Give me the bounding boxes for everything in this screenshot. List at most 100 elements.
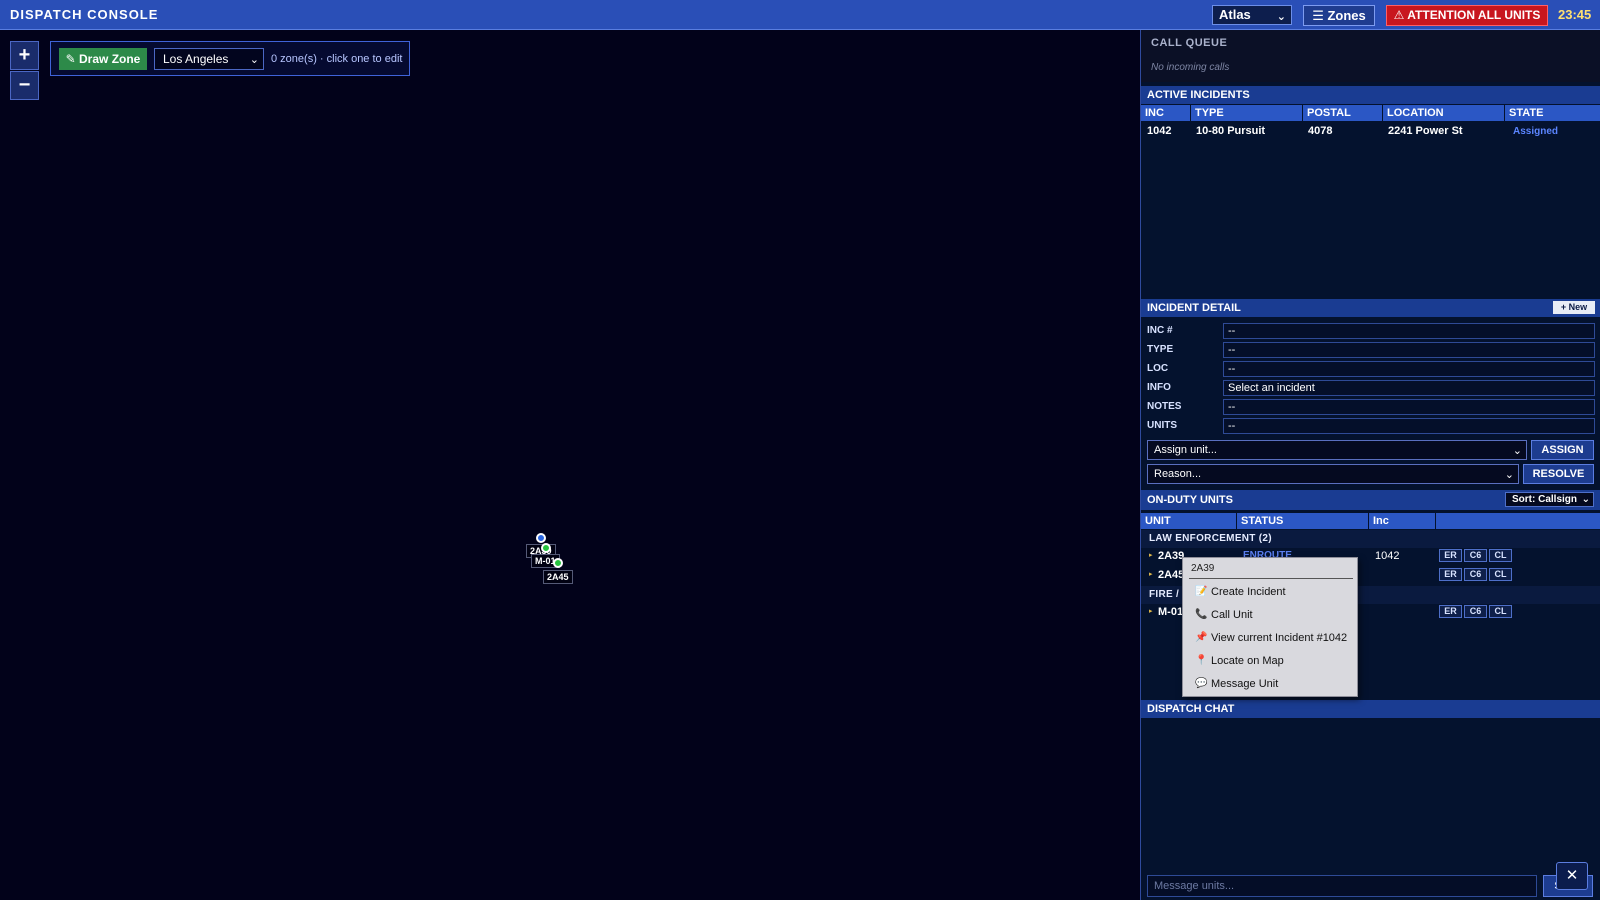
incident-number: 1042 xyxy=(1147,125,1172,137)
pushpin-icon: 📌 xyxy=(1195,632,1208,643)
unit-marker-2a45[interactable] xyxy=(553,558,563,568)
chevron-down-icon: ⌄ xyxy=(249,54,259,66)
unit-incident: 1042 xyxy=(1375,550,1400,562)
resolve-reason-placeholder: Reason... xyxy=(1154,468,1202,480)
field-units[interactable]: -- xyxy=(1223,418,1595,434)
col-header-state: STATE xyxy=(1505,105,1600,121)
code6-button[interactable]: C6 xyxy=(1464,568,1487,581)
enroute-button[interactable]: ER xyxy=(1439,568,1462,581)
col-header-inc: Inc xyxy=(1369,513,1436,529)
app-title: DISPATCH CONSOLE xyxy=(10,7,159,22)
menu-item-label: Locate on Map xyxy=(1211,655,1284,667)
city-select[interactable]: Los Angeles ⌄ xyxy=(154,48,264,70)
new-incident-button[interactable]: + New xyxy=(1553,301,1595,314)
chevron-down-icon: ⌄ xyxy=(1504,469,1514,481)
incident-detail-header: INCIDENT DETAIL + New xyxy=(1141,299,1600,317)
field-notes[interactable]: -- xyxy=(1223,399,1595,415)
menu-item-create-incident[interactable]: 📝 Create Incident xyxy=(1189,582,1355,602)
map-style-select[interactable]: Atlas ⌄ xyxy=(1212,5,1292,25)
active-incidents-header: ACTIVE INCIDENTS xyxy=(1141,86,1600,104)
menu-item-label: Call Unit xyxy=(1211,609,1253,621)
sort-select[interactable]: Sort: Callsign ⌄ xyxy=(1505,492,1594,507)
unit-callsign: 2A39 xyxy=(1158,550,1185,562)
call-queue-title: CALL QUEUE xyxy=(1151,37,1228,49)
unit-context-menu: 2A39 📝 Create Incident 📞 Call Unit 📌 Vie… xyxy=(1182,557,1358,697)
field-type[interactable]: -- xyxy=(1223,342,1595,358)
draw-zone-button[interactable]: ✎ Draw Zone xyxy=(59,48,147,70)
clear-button[interactable]: CL xyxy=(1489,568,1512,581)
clock: 23:45 xyxy=(1558,7,1592,22)
expand-caret-icon[interactable]: ▸ xyxy=(1149,607,1153,615)
col-header-location: LOCATION xyxy=(1383,105,1505,121)
menu-item-view-incident[interactable]: 📌 View current Incident #1042 xyxy=(1189,628,1355,648)
resolve-button[interactable]: RESOLVE xyxy=(1523,464,1594,484)
context-menu-divider xyxy=(1189,578,1353,579)
zones-button[interactable]: ☰ Zones xyxy=(1303,5,1375,26)
field-label-notes: NOTES xyxy=(1147,401,1182,412)
field-loc[interactable]: -- xyxy=(1223,361,1595,377)
incident-detail-title: INCIDENT DETAIL xyxy=(1147,302,1241,314)
expand-caret-icon[interactable]: ▸ xyxy=(1149,570,1153,578)
clear-button[interactable]: CL xyxy=(1489,605,1512,618)
code6-button[interactable]: C6 xyxy=(1464,549,1487,562)
incident-location: 2241 Power St xyxy=(1388,125,1463,137)
col-header-type: TYPE xyxy=(1191,105,1303,121)
field-label-type: TYPE xyxy=(1147,344,1174,355)
memo-icon: 📝 xyxy=(1195,586,1208,597)
field-label-units: UNITS xyxy=(1147,420,1177,431)
enroute-button[interactable]: ER xyxy=(1439,605,1462,618)
resolve-reason-select[interactable]: Reason... ⌄ xyxy=(1147,464,1519,484)
field-label-inc: INC # xyxy=(1147,325,1173,336)
field-info[interactable]: Select an incident xyxy=(1223,380,1595,396)
field-label-loc: LOC xyxy=(1147,363,1169,374)
col-header-status: STATUS xyxy=(1237,513,1369,529)
field-inc[interactable]: -- xyxy=(1223,323,1595,339)
unit-marker-m01[interactable] xyxy=(541,543,551,553)
chat-messages xyxy=(1141,718,1600,868)
assign-button[interactable]: ASSIGN xyxy=(1531,440,1594,460)
menu-item-label: Create Incident xyxy=(1211,586,1286,598)
group-law-enforcement[interactable]: LAW ENFORCEMENT (2) xyxy=(1141,530,1600,548)
code6-button[interactable]: C6 xyxy=(1464,605,1487,618)
assign-unit-placeholder: Assign unit... xyxy=(1154,444,1217,456)
menu-item-label: View current Incident #1042 xyxy=(1211,632,1348,644)
menu-item-label: Message Unit xyxy=(1211,678,1279,690)
col-header-inc: INC xyxy=(1141,105,1191,121)
enroute-button[interactable]: ER xyxy=(1439,549,1462,562)
incident-state: Assigned xyxy=(1513,126,1559,137)
close-icon[interactable]: ✕ xyxy=(1556,862,1588,890)
clear-button[interactable]: CL xyxy=(1489,549,1512,562)
dispatch-chat-header: DISPATCH CHAT xyxy=(1141,700,1600,718)
sort-select-value: Sort: Callsign xyxy=(1512,494,1578,505)
top-bar: DISPATCH CONSOLE Atlas ⌄ ☰ Zones ⚠ ATTEN… xyxy=(0,0,1600,30)
right-panel: CALL QUEUE No incoming calls ACTIVE INCI… xyxy=(1140,30,1600,900)
menu-item-locate-on-map[interactable]: 📍 Locate on Map xyxy=(1189,651,1355,671)
chevron-down-icon: ⌄ xyxy=(1512,445,1522,457)
zoom-in-button[interactable]: + xyxy=(10,41,39,70)
city-select-value: Los Angeles xyxy=(163,52,229,66)
field-label-info: INFO xyxy=(1147,382,1171,393)
col-header-actions xyxy=(1436,513,1600,529)
phone-icon: 📞 xyxy=(1195,609,1208,620)
unit-marker-2a39[interactable] xyxy=(536,533,546,543)
menu-item-call-unit[interactable]: 📞 Call Unit xyxy=(1189,605,1355,625)
menu-item-message-unit[interactable]: 💬 Message Unit xyxy=(1189,674,1355,694)
incident-postal: 4078 xyxy=(1308,125,1333,137)
col-header-postal: POSTAL xyxy=(1303,105,1383,121)
zoom-out-button[interactable]: − xyxy=(10,71,39,100)
chat-message-input[interactable]: Message units... xyxy=(1147,875,1537,897)
col-header-unit: UNIT xyxy=(1141,513,1237,529)
on-duty-units-header: ON-DUTY UNITS Sort: Callsign ⌄ xyxy=(1141,490,1600,510)
incident-type: 10-80 Pursuit xyxy=(1196,125,1266,137)
map-style-value: Atlas xyxy=(1219,7,1251,22)
call-queue-empty-text: No incoming calls xyxy=(1151,62,1230,73)
call-queue: CALL QUEUE No incoming calls xyxy=(1141,30,1600,82)
assign-unit-select[interactable]: Assign unit... ⌄ xyxy=(1147,440,1527,460)
unit-marker-label: 2A45 xyxy=(543,570,573,584)
speech-bubble-icon: 💬 xyxy=(1195,678,1208,689)
expand-caret-icon[interactable]: ▸ xyxy=(1149,551,1153,559)
context-menu-title: 2A39 xyxy=(1191,563,1215,574)
map-pin-icon: 📍 xyxy=(1195,655,1208,666)
attention-all-units-button[interactable]: ⚠ ATTENTION ALL UNITS xyxy=(1386,5,1548,26)
unit-callsign: M-01 xyxy=(1158,606,1184,618)
